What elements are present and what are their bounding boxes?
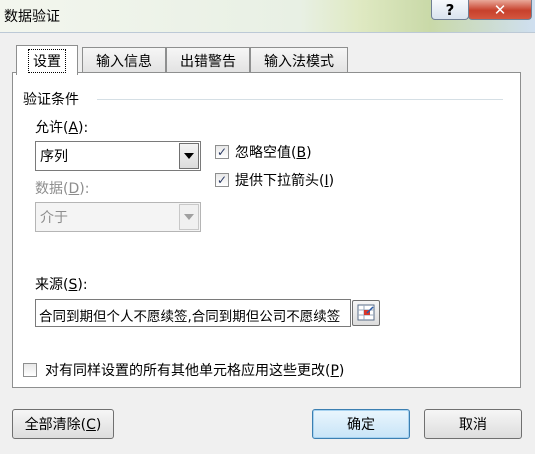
tab-error-alert[interactable]: 出错警告: [166, 47, 250, 73]
title-bar: 数据验证 ? ✕: [0, 0, 535, 32]
data-validation-dialog: 设置 输入信息 出错警告 输入法模式 验证条件 允许(A): 序列 数据(D):…: [0, 32, 535, 454]
allow-dropdown-arrow[interactable]: [179, 143, 199, 169]
tab-ime-mode-label: 输入法模式: [264, 53, 334, 70]
tab-ime-mode[interactable]: 输入法模式: [250, 47, 348, 73]
clear-all-accel: C: [86, 417, 96, 433]
source-label: 来源(S):: [35, 277, 88, 293]
clear-all-label: 全部清除(C): [24, 417, 102, 433]
data-value: 介于: [40, 210, 68, 226]
ignore-blank-label[interactable]: 忽略空值(B): [235, 142, 312, 162]
data-accel: D: [68, 181, 80, 197]
tab-settings-label: 设置: [28, 48, 66, 73]
ignore-blank-text: 忽略空值: [235, 145, 291, 161]
apply-all-checkbox[interactable]: [23, 363, 37, 377]
in-cell-dropdown-text: 提供下拉箭头: [235, 173, 319, 189]
allow-label: 允许(A):: [35, 120, 89, 136]
data-dropdown[interactable]: 介于: [35, 202, 201, 232]
ok-button[interactable]: 确定: [312, 409, 410, 439]
allow-value: 序列: [40, 149, 68, 165]
source-accel: S: [68, 277, 78, 293]
validation-criteria-heading: 验证条件: [23, 92, 79, 108]
window-title: 数据验证: [4, 9, 60, 25]
data-dropdown-arrow[interactable]: [179, 204, 199, 230]
in-cell-dropdown-label[interactable]: 提供下拉箭头(I): [235, 170, 334, 190]
collapse-range-button[interactable]: [352, 300, 380, 326]
chevron-down-icon: [184, 153, 194, 159]
tab-settings[interactable]: 设置: [16, 45, 78, 75]
data-label-text: 数据: [35, 181, 63, 197]
cancel-button[interactable]: 取消: [424, 409, 522, 439]
in-cell-dropdown-checkbox[interactable]: ✓: [215, 173, 229, 187]
apply-all-label[interactable]: 对有同样设置的所有其他单元格应用这些更改(P): [45, 360, 344, 380]
ignore-blank-checkbox[interactable]: ✓: [215, 145, 229, 159]
clear-all-text: 全部清除: [24, 417, 81, 433]
source-label-text: 来源: [35, 277, 63, 293]
range-select-icon: [357, 304, 375, 321]
apply-all-accel: P: [330, 363, 339, 379]
settings-panel: 验证条件 允许(A): 序列 数据(D): 介于 ✓ 忽略空值(B) ✓ 提供下…: [12, 72, 521, 388]
source-input[interactable]: 合同到期但个人不愿续签,合同到期但公司不愿续签: [35, 299, 351, 327]
tab-input-message-label: 输入信息: [96, 53, 152, 70]
data-label: 数据(D):: [35, 181, 90, 197]
ignore-blank-accel: B: [296, 145, 307, 161]
allow-label-text: 允许: [35, 120, 63, 136]
group-divider: [97, 99, 503, 100]
help-button[interactable]: ?: [431, 0, 469, 20]
allow-dropdown[interactable]: 序列: [35, 141, 201, 171]
close-button[interactable]: ✕: [468, 0, 532, 20]
in-cell-dropdown-accel: I: [324, 173, 329, 189]
allow-accel: A: [68, 120, 79, 136]
chevron-down-icon: [184, 214, 194, 220]
tab-input-message[interactable]: 输入信息: [82, 47, 166, 73]
tab-error-alert-label: 出错警告: [180, 53, 236, 70]
clear-all-button[interactable]: 全部清除(C): [12, 409, 114, 439]
apply-all-text: 对有同样设置的所有其他单元格应用这些更改: [45, 363, 325, 379]
